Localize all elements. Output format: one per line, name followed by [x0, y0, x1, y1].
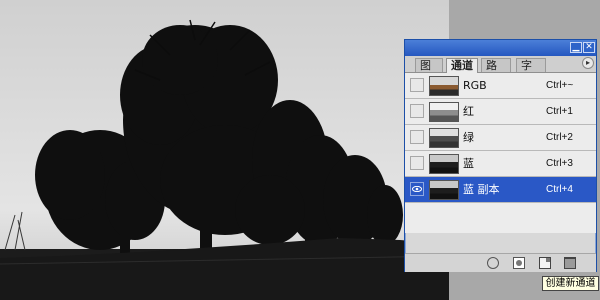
tab-channels[interactable]: 通道: [446, 58, 478, 73]
document-canvas[interactable]: [0, 0, 449, 300]
load-selection-icon[interactable]: [487, 257, 499, 269]
tooltip: 创建新通道: [542, 276, 599, 291]
channel-shortcut: Ctrl+~: [546, 80, 574, 91]
channel-shortcut: Ctrl+2: [546, 132, 573, 143]
channel-row[interactable]: 蓝 副本 Ctrl+4: [405, 177, 596, 203]
visibility-toggle[interactable]: [410, 78, 424, 92]
save-selection-icon[interactable]: [513, 257, 525, 269]
channel-shortcut: Ctrl+4: [546, 184, 573, 195]
trash-icon[interactable]: [564, 257, 576, 269]
close-button[interactable]: ✕: [583, 42, 595, 53]
channel-shortcut: Ctrl+1: [546, 106, 573, 117]
tree-photo: [0, 0, 449, 300]
minimize-button[interactable]: ▁: [570, 42, 582, 53]
panel-titlebar[interactable]: ▁ ✕: [405, 40, 596, 56]
channel-name: 蓝 副本: [463, 183, 500, 196]
channel-thumbnail: [429, 128, 459, 148]
channel-name: 绿: [463, 131, 474, 144]
channel-thumbnail: [429, 102, 459, 122]
channel-name: 蓝: [463, 157, 474, 170]
channel-list: RGB Ctrl+~ 红 Ctrl+1 绿 Ctrl+2 蓝 Ctrl+3 蓝 副本 Ctrl+4: [405, 73, 596, 233]
channel-row[interactable]: 蓝 Ctrl+3: [405, 151, 596, 177]
channel-name: 红: [463, 105, 474, 118]
panel-tabs: 图层 通道 路径 字符 ▸: [405, 56, 596, 86]
panel-bottom-bar: [405, 253, 596, 272]
visibility-toggle[interactable]: [410, 182, 424, 196]
tab-paths[interactable]: 路径: [481, 58, 511, 86]
channel-thumbnail: [429, 154, 459, 174]
channels-panel: ▁ ✕ 图层 通道 路径 字符 ▸ RGB Ctrl+~ 红 Ctrl+1 绿 Ctrl+…: [404, 39, 597, 272]
visibility-toggle[interactable]: [410, 104, 424, 118]
channel-row[interactable]: 绿 Ctrl+2: [405, 125, 596, 151]
panel-menu-icon[interactable]: ▸: [582, 57, 594, 69]
visibility-toggle[interactable]: [410, 130, 424, 144]
eye-icon: [412, 186, 422, 192]
channel-row[interactable]: 红 Ctrl+1: [405, 99, 596, 125]
new-channel-icon[interactable]: [539, 257, 551, 269]
tab-characters[interactable]: 字符: [516, 58, 546, 86]
tab-layers[interactable]: 图层: [415, 58, 443, 86]
visibility-toggle[interactable]: [410, 156, 424, 170]
channel-shortcut: Ctrl+3: [546, 158, 573, 169]
channel-thumbnail: [429, 76, 459, 96]
channel-name: RGB: [463, 79, 487, 92]
channel-row[interactable]: RGB Ctrl+~: [405, 73, 596, 99]
channel-thumbnail: [429, 180, 459, 200]
